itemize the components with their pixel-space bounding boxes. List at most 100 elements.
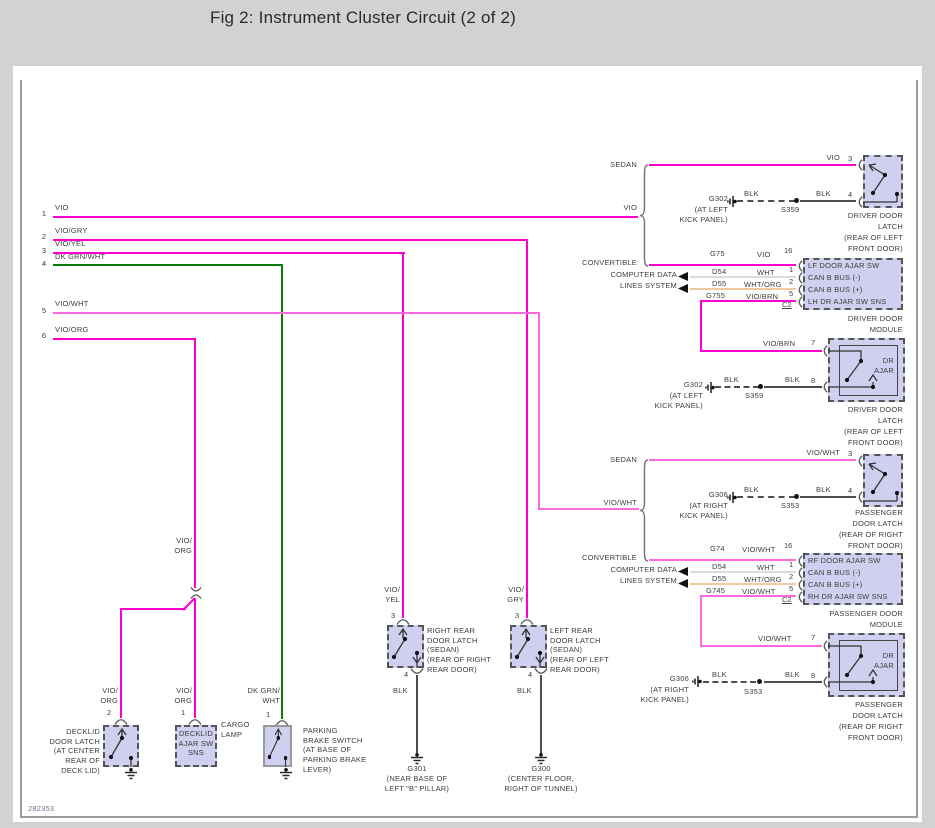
passenger-arrow-can-minus-icon (678, 567, 688, 576)
driver-module-pin5-arc-icon (796, 296, 803, 308)
decklid-sns-box-text: DECKLID AJAR SW SNS (178, 729, 214, 758)
passenger-row1-circuit: G74 (710, 544, 725, 553)
right-rear-pin-arc-top-icon (396, 617, 410, 625)
passenger-ajar-blk-a: BLK (712, 670, 727, 679)
passenger-top-blk-wire (800, 496, 856, 498)
driver-row2-pin: 1 (789, 265, 794, 274)
wire-5-number: 5 (41, 306, 46, 315)
passenger-convertible-wire (649, 559, 796, 561)
passenger-g306-top-ground-icon (727, 491, 737, 504)
driver-ajar-pin7: 7 (811, 338, 816, 347)
passenger-bus-label: VIO/WHT (603, 498, 637, 507)
passenger-wht-wire (690, 571, 796, 573)
driver-row3-wire: WHT/ORG (744, 280, 782, 289)
passenger-g306-ajar-name: G306 (669, 674, 689, 683)
driver-row1-wire: VIO (757, 250, 771, 259)
driver-g302-top-label: G302 (AT LEFT KICK PANEL) (658, 194, 728, 226)
decklid-latch-label: DECKLID DOOR LATCH (AT CENTER REAR OF DE… (49, 727, 100, 775)
passenger-module-connector: C2 (782, 595, 792, 604)
passenger-g306-top-name: G306 (708, 490, 728, 499)
passenger-ajar-blk-dashed-wire (703, 681, 756, 683)
passenger-computer-data-label: COMPUTER DATA LINES SYSTEM (610, 565, 677, 585)
parking-brake-ground-icon (279, 768, 293, 780)
passenger-g306-ajar-loc: (AT RIGHT KICK PANEL) (640, 684, 689, 705)
driver-module-row1-name: LF DOOR AJAR SW (808, 261, 880, 270)
driver-convertible-wire (649, 264, 796, 266)
wire-vio-wht-to-brace (538, 508, 639, 510)
driver-ajar-switch-label: DR AJAR (874, 356, 894, 375)
driver-sedan-wire (649, 164, 856, 166)
driver-top-pin3-arc-icon (856, 159, 863, 171)
passenger-g306-ajar-label: G306 (AT RIGHT KICK PANEL) (619, 674, 689, 706)
driver-ajar-blk-b: BLK (785, 375, 800, 384)
wire-4-number: 4 (41, 259, 46, 268)
passenger-g306-top-label: G306 (AT RIGHT KICK PANEL) (658, 490, 728, 522)
driver-computer-data-label: COMPUTER DATA LINES SYSTEM (610, 270, 677, 290)
driver-row4-circuit: G755 (706, 291, 726, 300)
passenger-module-row1-name: RF DOOR AJAR SW (808, 556, 881, 565)
passenger-loop-wire (700, 645, 822, 647)
parking-brake-switch-icon (263, 725, 292, 767)
g300-label: G300 (531, 764, 551, 773)
wire-vio-org-branch (120, 608, 186, 610)
wire-vio-yel-drop (402, 252, 404, 618)
passenger-top-wire-label: VIO/WHT (806, 448, 840, 457)
left-rear-latch-switch-icon (510, 625, 547, 668)
passenger-row3-circuit: D55 (712, 574, 727, 583)
wire-6-label: VIO/ORG (55, 325, 89, 334)
wire-dk-grn-wht (53, 264, 283, 266)
g300-location: (CENTER FLOOR, RIGHT OF TUNNEL) (504, 774, 578, 793)
driver-row1-pin: 16 (784, 246, 793, 255)
driver-module-row4-name: LH DR AJAR SW SNS (808, 297, 887, 306)
wire-vio-yel (53, 252, 405, 254)
passenger-top-latch-label: PASSENGER DOOR LATCH (REAR OF RIGHT FRON… (838, 508, 903, 550)
passenger-g306-ajar-ground-icon (692, 675, 702, 688)
driver-row4-wire: VIO/BRN (746, 292, 779, 301)
driver-ajar-blk-dashed-wire (715, 386, 759, 388)
driver-g302-top-loc: (AT LEFT KICK PANEL) (679, 204, 728, 225)
driver-row2-wire: WHT (757, 268, 775, 277)
passenger-convertible-label: CONVERTIBLE (582, 553, 637, 562)
passenger-row2-circuit: D54 (712, 562, 727, 571)
wire-1-number: 1 (41, 209, 46, 218)
left-rear-blk-label: BLK (517, 686, 532, 695)
wire-vio-org-drop-lower (194, 598, 196, 718)
passenger-row2-wire: WHT (757, 563, 775, 572)
driver-ajar-pin8-arc-icon (821, 381, 828, 393)
decklid-latch-pin-arc-icon (114, 717, 128, 725)
driver-brace-icon (639, 163, 649, 268)
driver-arrow-can-minus-icon (678, 272, 688, 281)
wire-2-number: 2 (41, 232, 46, 241)
driver-module-row2-name: CAN B BUS (-) (808, 273, 861, 282)
driver-ajar-wire-label: VIO/BRN (763, 339, 796, 348)
driver-top-pin4: 4 (848, 190, 853, 199)
passenger-top-pin4: 4 (848, 486, 853, 495)
diagram-code: 282353 (28, 804, 55, 813)
decklid-latch-ground-icon (124, 768, 138, 780)
page-title: Fig 2: Instrument Cluster Circuit (2 of … (210, 8, 516, 27)
decklid-latch-pin: 2 (107, 708, 112, 717)
driver-arrow-can-plus-icon (678, 284, 688, 293)
passenger-top-pin3-arc-icon (856, 455, 863, 467)
passenger-row3-pin: 2 (789, 572, 794, 581)
passenger-ajar-wire-label: VIO/WHT (758, 634, 792, 643)
passenger-row4-pin: 5 (789, 584, 794, 593)
driver-s359-ajar-label: S359 (745, 391, 764, 400)
driver-top-blk-wire (800, 200, 856, 202)
driver-module-pin16-arc-icon (796, 260, 803, 272)
passenger-sedan-label: SEDAN (610, 455, 637, 464)
driver-row3-circuit: D55 (712, 279, 727, 288)
passenger-row2-pin: 1 (789, 560, 794, 569)
driver-g302-ajar-label: G302 (AT LEFT KICK PANEL) (633, 380, 703, 412)
passenger-module-row3-name: CAN B BUS (+) (808, 580, 863, 589)
wire-vio-org (53, 338, 196, 340)
passenger-s353-top-splice (794, 494, 799, 499)
passenger-ajar-pin8-arc-icon (821, 676, 828, 688)
driver-s359-ajar-splice (758, 384, 763, 389)
wire-vio-org-drop-upper (194, 338, 196, 588)
passenger-module-pin2-arc-icon (796, 579, 803, 591)
passenger-top-blk-b: BLK (816, 485, 831, 494)
driver-top-pin3: 3 (848, 154, 853, 163)
wire-5-label: VIO/WHT (55, 299, 89, 308)
driver-module-pin1-arc-icon (796, 272, 803, 284)
